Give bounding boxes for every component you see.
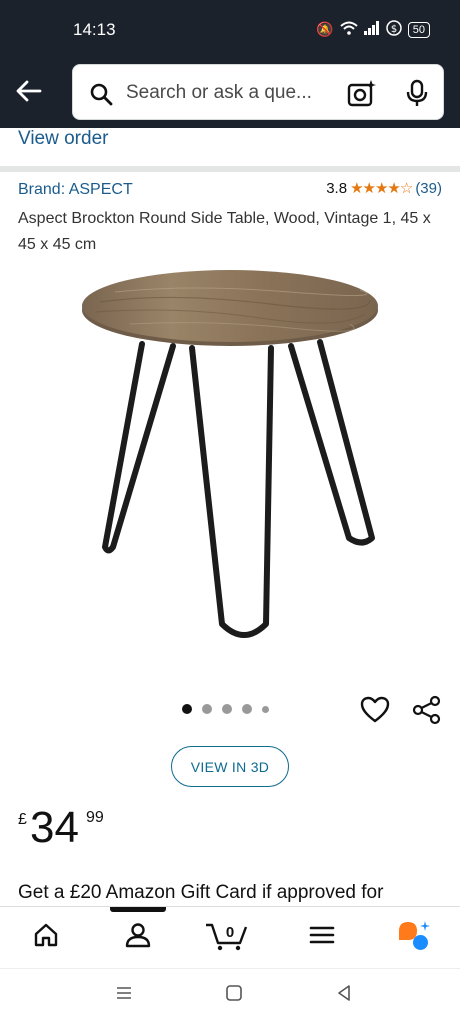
product-title: Aspect Brockton Round Side Table, Wood, …: [18, 210, 431, 253]
mute-icon: 🔕: [316, 21, 334, 37]
carousel-dot[interactable]: [242, 704, 252, 714]
product-image[interactable]: [70, 262, 390, 652]
system-navigation-bar: [0, 968, 460, 1024]
status-bar: 14:13 🔕 $ 50: [0, 0, 460, 60]
rating-summary[interactable]: 3.8 ★★★★☆ (39): [326, 179, 442, 198]
home-button-icon[interactable]: [224, 983, 244, 1008]
active-tab-indicator: [110, 907, 166, 912]
price-currency: £: [18, 811, 27, 828]
carousel-dot[interactable]: [182, 704, 192, 714]
back-arrow-icon[interactable]: [14, 76, 44, 106]
wifi-icon: [340, 21, 358, 38]
gift-card-promo[interactable]: Get a £20 Amazon Gift Card if approved f…: [18, 882, 383, 904]
share-icon[interactable]: [412, 695, 442, 730]
recent-apps-icon[interactable]: [114, 983, 134, 1008]
image-carousel-indicator[interactable]: [182, 704, 269, 714]
search-header: Search or ask a que...: [0, 60, 460, 128]
carousel-dot[interactable]: [202, 704, 212, 714]
brand-link[interactable]: Brand: ASPECT: [18, 181, 133, 199]
rating-count: (39): [415, 179, 442, 197]
view-order-link[interactable]: View order: [18, 128, 108, 150]
star-rating-icon: ★★★★☆: [350, 180, 413, 197]
menu-icon[interactable]: [308, 921, 336, 954]
section-divider: [0, 166, 460, 172]
cart-icon[interactable]: 0: [204, 917, 252, 956]
data-saver-icon: $: [386, 20, 402, 39]
home-icon[interactable]: [32, 921, 60, 954]
price-whole: 34: [30, 803, 79, 852]
cart-count: 0: [226, 924, 234, 941]
search-icon: [89, 82, 113, 111]
microphone-icon[interactable]: [405, 79, 429, 112]
wishlist-heart-icon[interactable]: [360, 696, 390, 729]
carousel-dot[interactable]: [262, 705, 269, 713]
search-placeholder: Search or ask a que...: [126, 82, 312, 103]
bottom-navigation: 0: [0, 906, 460, 968]
account-icon[interactable]: [124, 921, 152, 954]
status-icons: 🔕 $ 50: [316, 20, 430, 39]
rufus-icon[interactable]: [396, 919, 432, 958]
view-in-3d-button[interactable]: VIEW IN 3D: [171, 746, 289, 787]
back-button-icon[interactable]: [334, 983, 354, 1008]
battery-icon: 50: [407, 21, 430, 38]
camera-search-icon[interactable]: [347, 79, 377, 112]
svg-text:$: $: [391, 24, 397, 35]
status-time: 14:13: [73, 20, 116, 39]
carousel-dot[interactable]: [222, 704, 232, 714]
rating-value: 3.8: [326, 179, 348, 197]
price-fraction: 99: [86, 809, 104, 826]
signal-icon: [363, 21, 380, 38]
search-input[interactable]: Search or ask a que...: [72, 64, 444, 120]
